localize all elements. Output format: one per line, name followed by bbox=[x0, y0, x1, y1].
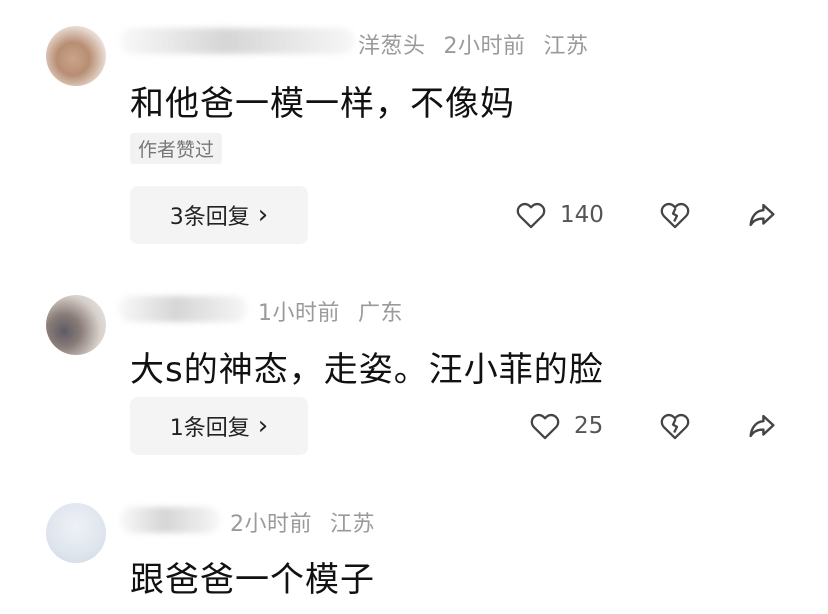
comment-meta: 洋葱头 2小时前 江苏 bbox=[358, 28, 607, 60]
view-replies-button[interactable]: 1条回复 › bbox=[130, 397, 308, 455]
comment-time: 2小时前 bbox=[230, 512, 312, 537]
comment-actions: 25 bbox=[528, 406, 603, 446]
comment-actions: 140 bbox=[514, 195, 604, 235]
comment-location: 江苏 bbox=[543, 34, 589, 59]
share-arrow-icon[interactable] bbox=[745, 198, 779, 232]
comment-location: 江苏 bbox=[330, 512, 376, 537]
username-blurred[interactable] bbox=[120, 28, 355, 54]
replies-label: 1条回复 bbox=[169, 416, 250, 441]
heart-outline-icon[interactable] bbox=[528, 409, 562, 443]
avatar[interactable] bbox=[46, 503, 106, 563]
comment-location: 广东 bbox=[358, 301, 404, 326]
like-count: 25 bbox=[574, 413, 604, 439]
replies-label: 3条回复 bbox=[169, 205, 250, 230]
comment-time: 2小时前 bbox=[443, 34, 526, 59]
comment-meta: 2小时前 江苏 bbox=[230, 506, 393, 538]
comment-time: 1小时前 bbox=[258, 301, 340, 326]
like-count: 140 bbox=[560, 202, 604, 228]
avatar[interactable] bbox=[46, 295, 106, 355]
username-fragment[interactable]: 洋葱头 bbox=[358, 34, 426, 59]
username-blurred[interactable] bbox=[120, 507, 220, 533]
comment-text[interactable]: 大s的神态，走姿。汪小菲的脸 bbox=[130, 342, 604, 391]
avatar[interactable] bbox=[46, 26, 106, 86]
comment-meta: 1小时前 广东 bbox=[258, 295, 421, 327]
heart-outline-icon[interactable] bbox=[514, 198, 548, 232]
comment-text[interactable]: 和他爸一模一样，不像妈 bbox=[130, 76, 515, 125]
broken-heart-icon[interactable] bbox=[658, 198, 692, 232]
chevron-right-icon: › bbox=[257, 200, 269, 230]
broken-heart-icon[interactable] bbox=[658, 409, 692, 443]
comment-text[interactable]: 跟爸爸一个模子 bbox=[130, 552, 375, 601]
author-liked-badge: 作者赞过 bbox=[130, 133, 223, 164]
share-arrow-icon[interactable] bbox=[745, 409, 779, 443]
chevron-right-icon: › bbox=[257, 411, 269, 441]
username-blurred[interactable] bbox=[118, 296, 248, 322]
view-replies-button[interactable]: 3条回复 › bbox=[130, 186, 308, 244]
